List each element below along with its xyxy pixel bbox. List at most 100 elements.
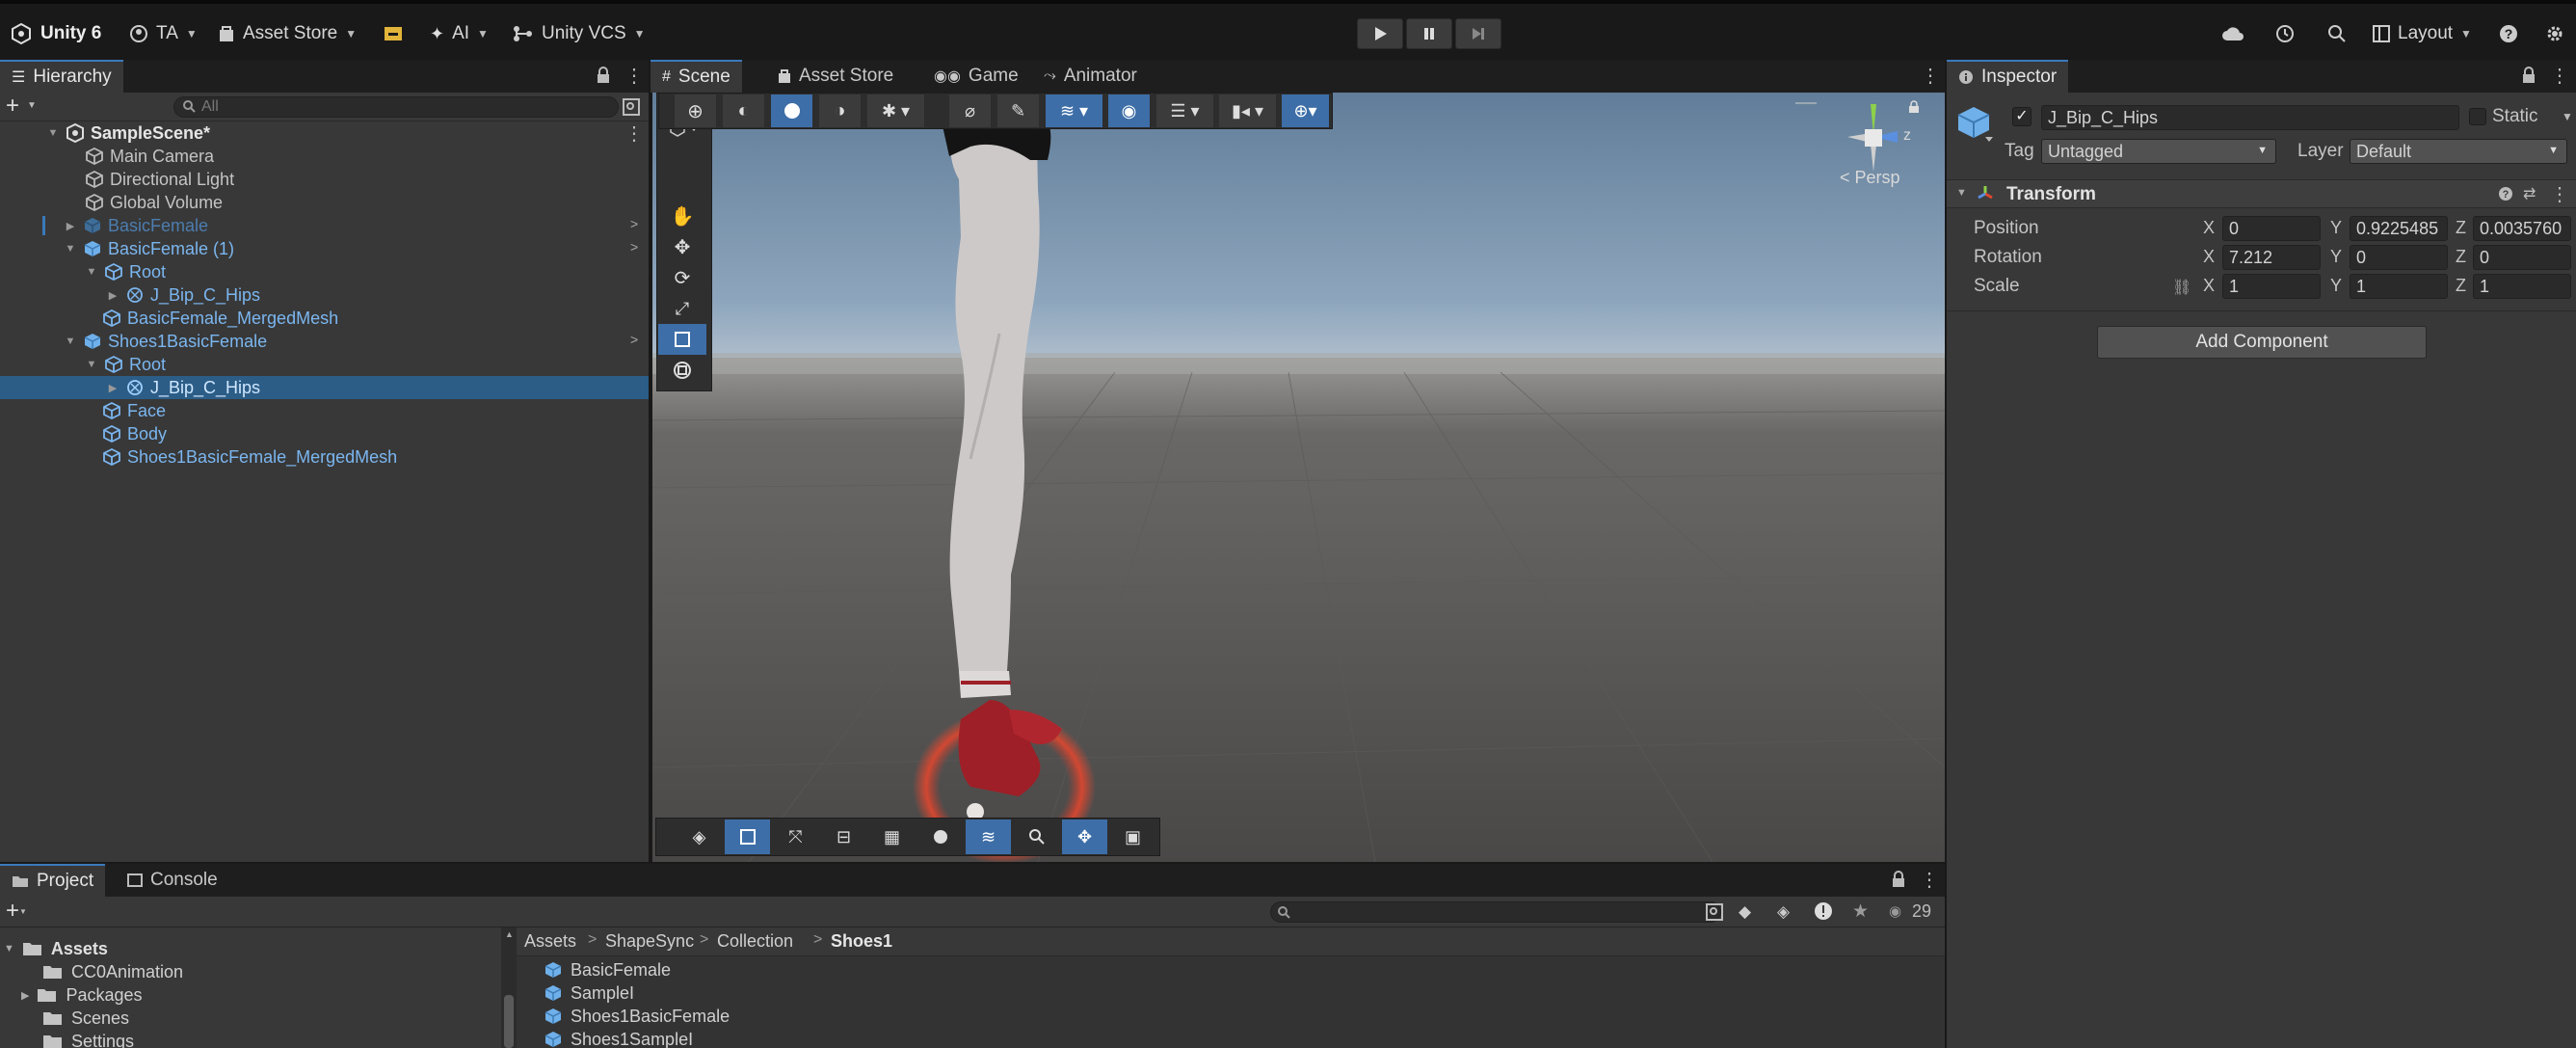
2d-toggle-button[interactable]: ⌀ — [949, 94, 992, 127]
folder-row[interactable]: ▼ Assets — [4, 937, 108, 960]
asset-item[interactable]: SampleI — [544, 981, 634, 1005]
fold-closed-icon[interactable]: ▶ — [106, 382, 120, 394]
pause-button[interactable] — [1406, 18, 1452, 49]
tree-row-gameobject[interactable]: Global Volume — [0, 191, 649, 214]
vcs-dropdown[interactable]: Unity VCS ▼ — [513, 17, 646, 50]
tab-project[interactable]: Project — [0, 864, 106, 897]
add-icon[interactable]: + — [6, 898, 19, 925]
tab-game[interactable]: ◉◉ Game — [922, 60, 1030, 93]
audio-toggle-button[interactable]: ✎ — [997, 94, 1040, 127]
breadcrumb-item[interactable]: Assets — [524, 931, 576, 952]
scale-tool-button[interactable]: ⤢ — [658, 293, 706, 324]
folder-row[interactable]: Scenes — [42, 1007, 129, 1030]
star-icon[interactable]: ★ — [1852, 900, 1869, 923]
asset-item[interactable]: Shoes1BasicFemale — [544, 1005, 730, 1028]
tree-row-prefab[interactable]: ▶ BasicFemale > — [0, 214, 649, 237]
add-component-button[interactable]: Add Component — [2097, 326, 2427, 359]
tree-row-gameobject[interactable]: Directional Light — [0, 168, 649, 191]
tab-scene[interactable]: # Scene — [651, 60, 742, 93]
step-button[interactable] — [1455, 18, 1501, 49]
draw-mode-button[interactable]: ⊕ — [675, 94, 717, 127]
tab-hierarchy[interactable]: ☰ Hierarchy — [0, 60, 123, 93]
lock-icon[interactable] — [596, 67, 611, 84]
tree-row-scene[interactable]: ▼ SampleScene* ⋮ — [0, 121, 649, 146]
tree-row-prefab[interactable]: ▼ Shoes1BasicFemale > — [0, 330, 649, 353]
chevron-right-icon[interactable]: > — [630, 239, 638, 255]
add-icon[interactable]: + — [6, 93, 19, 120]
position-x-field[interactable]: 0 — [2222, 216, 2321, 241]
breadcrumb-current[interactable]: Shoes1 — [831, 931, 892, 952]
rotate-tool-button[interactable]: ⟳ — [658, 262, 706, 293]
play-button[interactable] — [1357, 18, 1403, 49]
rect-select-button[interactable] — [725, 820, 771, 854]
position-z-field[interactable]: 0.0035760 — [2473, 216, 2571, 241]
fold-open-icon[interactable]: ▼ — [64, 243, 77, 255]
layer-dropdown[interactable]: Default ▼ — [2350, 139, 2567, 164]
chevron-down-icon[interactable]: ▼ — [2562, 110, 2573, 123]
layer-view-button[interactable]: ≋ — [966, 820, 1012, 854]
fold-closed-icon[interactable]: ▶ — [21, 989, 29, 1002]
tree-row-gameobject[interactable]: Main Camera — [0, 145, 649, 168]
eye-icon[interactable]: ◉ — [1889, 902, 1901, 920]
overlay-handle[interactable] — [1795, 102, 1817, 104]
persp-label[interactable]: < Persp — [1840, 168, 1900, 188]
shade-button[interactable] — [917, 820, 964, 854]
chevron-right-icon[interactable]: > — [630, 332, 638, 347]
static-checkbox[interactable] — [2469, 108, 2486, 125]
move-tool-button[interactable]: ✥ — [658, 231, 706, 262]
folder-row[interactable]: Settings — [42, 1030, 134, 1048]
fold-open-icon[interactable]: ▼ — [64, 336, 77, 347]
settings-button[interactable] — [2540, 19, 2569, 48]
tag-icon[interactable]: ◈ — [1777, 902, 1790, 922]
more-options-icon[interactable]: ⋮ — [1921, 64, 1940, 88]
fold-open-icon[interactable]: ▼ — [4, 943, 14, 954]
shading-lit-button[interactable]: ◑ — [819, 94, 862, 127]
compass-button[interactable]: ◈ — [677, 820, 723, 854]
camera-dropdown[interactable]: ▮◂ ▾ — [1219, 94, 1277, 127]
shading-solid-button[interactable] — [771, 94, 813, 127]
tab-inspector[interactable]: Inspector — [1947, 60, 2069, 93]
align-button[interactable]: ⊟ — [821, 820, 867, 854]
transform-header[interactable]: ▼ Transform ? ⇄ ⋮ — [1947, 179, 2576, 208]
account-dropdown[interactable]: TA ▼ — [129, 17, 198, 50]
more-options-icon[interactable]: ⋮ — [1920, 868, 1939, 892]
link-icon[interactable]: ⛓ — [2172, 278, 2191, 297]
scrollbar-thumb[interactable] — [504, 995, 514, 1048]
scene-viewport[interactable]: ✋ ✥ ⟳ ⤢ z < Persp — [652, 93, 1945, 862]
scale-y-field[interactable]: 1 — [2350, 274, 2448, 299]
active-checkbox[interactable]: ✓ — [2012, 107, 2032, 126]
grid-button[interactable]: ▦ — [869, 820, 916, 854]
scale-x-field[interactable]: 1 — [2222, 274, 2321, 299]
layout-dropdown[interactable]: Layout ▼ — [2373, 17, 2472, 50]
asset-store-dropdown[interactable]: Asset Store ▼ — [218, 17, 357, 50]
chevron-down-icon[interactable]: ▼ — [19, 907, 27, 916]
object-name-field[interactable]: J_Bip_C_Hips — [2041, 105, 2459, 130]
tree-row-gameobject[interactable]: BasicFemale_MergedMesh — [0, 307, 649, 330]
pivot-button[interactable]: ✥ — [1062, 820, 1108, 854]
fold-closed-icon[interactable]: ▶ — [64, 220, 77, 232]
fold-open-icon[interactable]: ▼ — [85, 266, 98, 278]
tree-row-gameobject[interactable]: Face — [0, 399, 649, 422]
more-options-icon[interactable]: ⋮ — [624, 64, 644, 88]
camera-preview-button[interactable]: ▣ — [1110, 820, 1156, 854]
lock-icon[interactable] — [1908, 100, 1920, 114]
tree-row-gameobject[interactable]: ▼ Root — [0, 260, 649, 283]
folder-row[interactable]: CC0Animation — [42, 960, 183, 983]
layers-dropdown[interactable]: ☰ ▾ — [1156, 94, 1214, 127]
warning-icon[interactable] — [1814, 901, 1833, 921]
debug-dropdown[interactable]: ✱ ▾ — [867, 94, 925, 127]
tree-row-selected[interactable]: ▶ J_Bip_C_Hips — [0, 376, 649, 399]
fold-open-icon[interactable]: ▼ — [1956, 187, 1967, 199]
fold-open-icon[interactable]: ▼ — [85, 359, 98, 370]
rotation-x-field[interactable]: 7.212 — [2222, 245, 2321, 270]
search-button[interactable] — [2323, 19, 2351, 48]
zoom-button[interactable] — [1014, 820, 1060, 854]
help-button[interactable]: ? — [2494, 19, 2523, 48]
visibility-button[interactable]: ◉ — [1108, 94, 1151, 127]
tab-asset-store[interactable]: Asset Store — [766, 60, 905, 93]
asset-item[interactable]: BasicFemale — [544, 958, 671, 981]
chevron-right-icon[interactable]: > — [630, 216, 638, 231]
fold-open-icon[interactable]: ▼ — [46, 127, 60, 139]
project-search-input[interactable] — [1270, 901, 1721, 923]
tree-row-gameobject[interactable]: ▶ J_Bip_C_Hips — [0, 283, 649, 307]
